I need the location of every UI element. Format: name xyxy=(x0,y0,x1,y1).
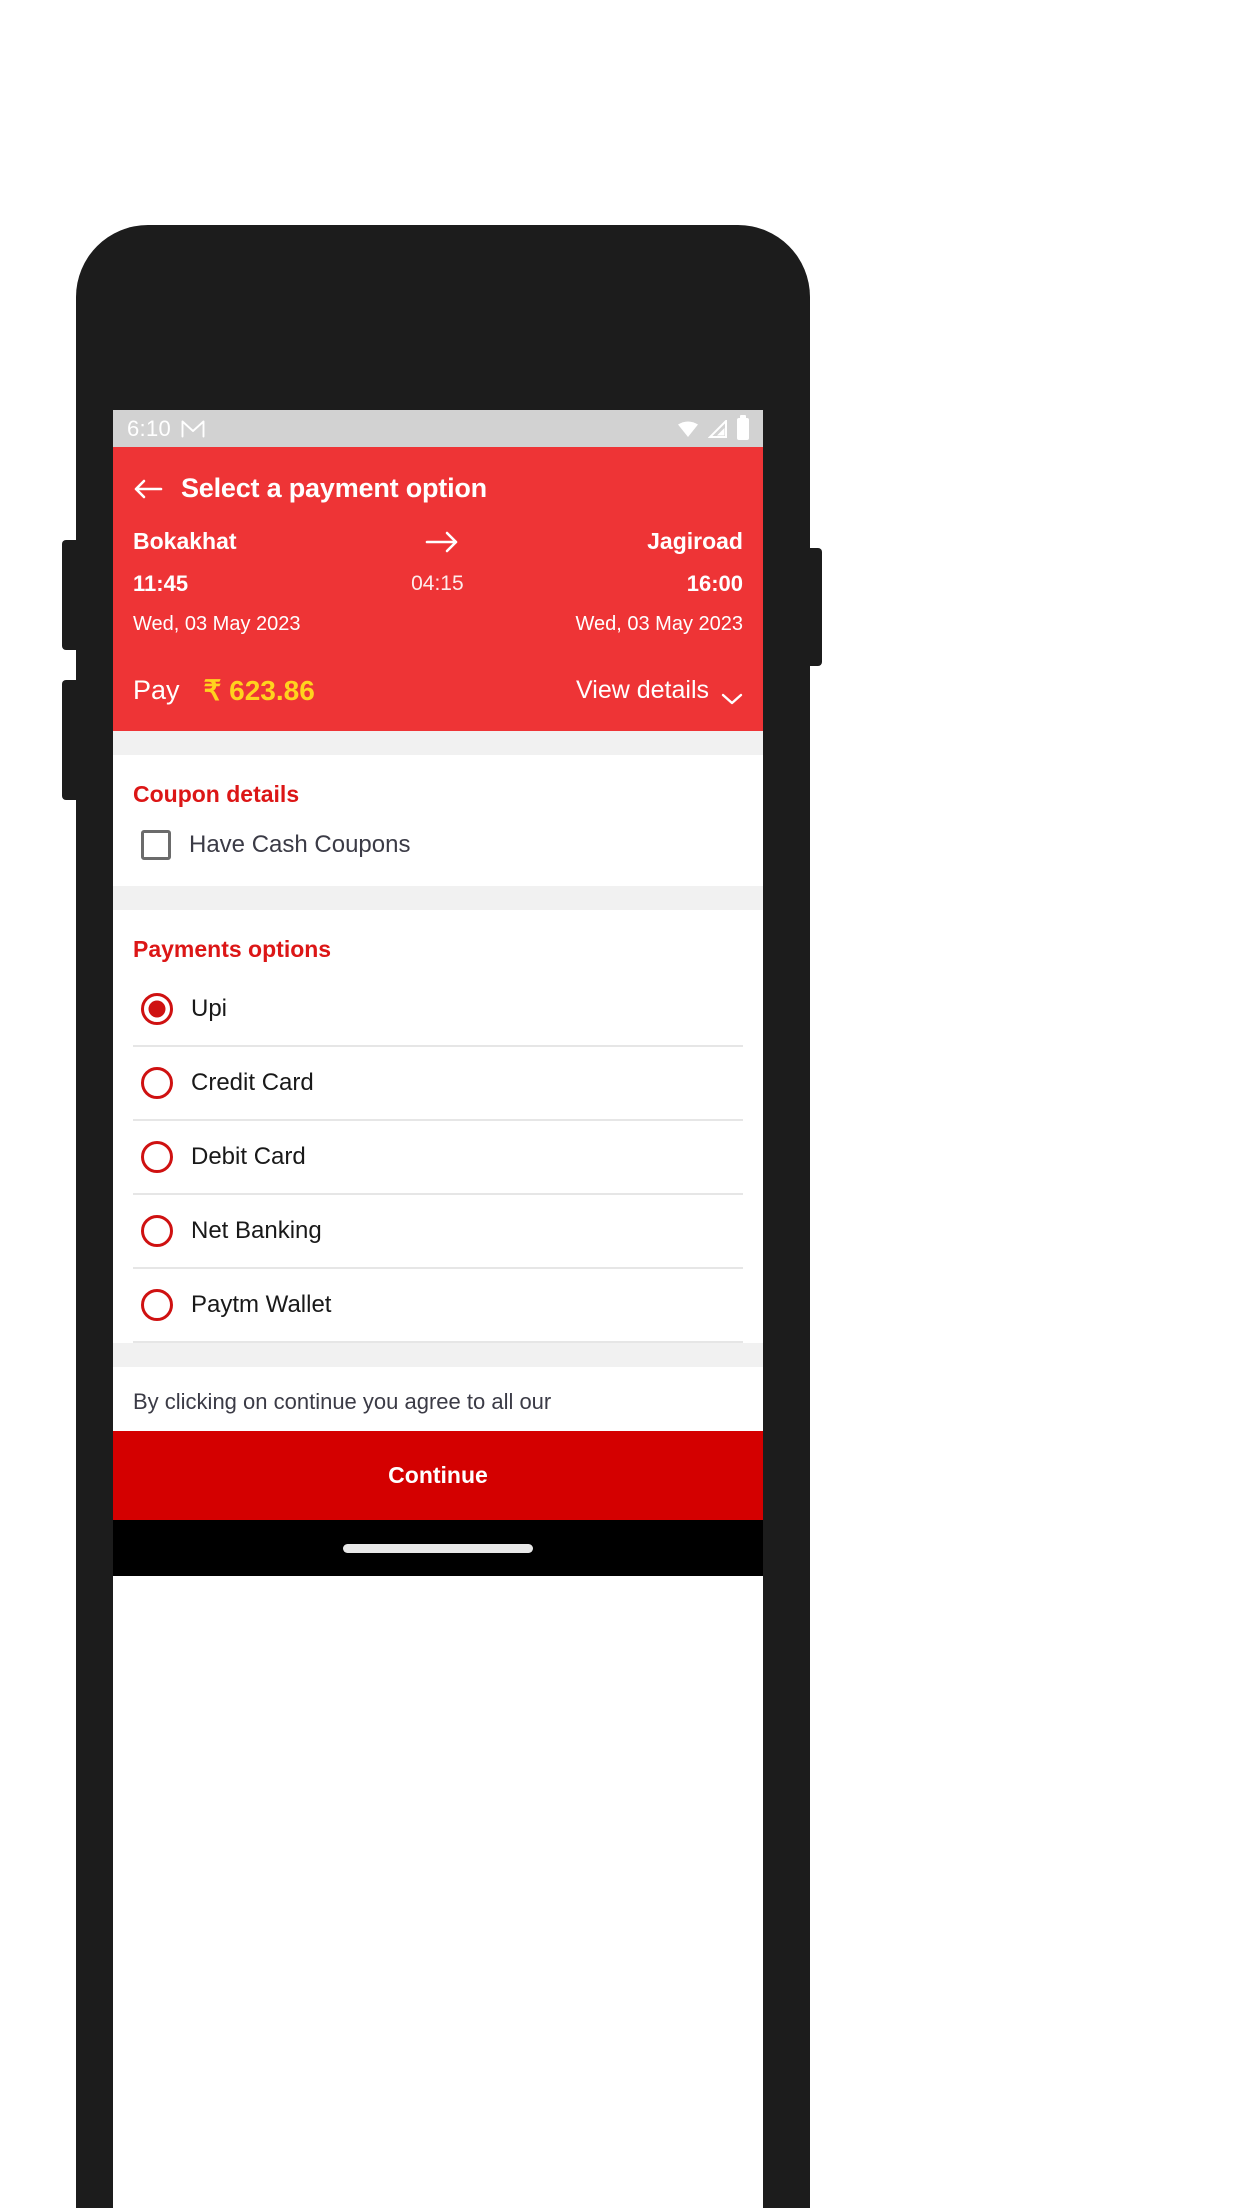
journey-duration: 04:15 xyxy=(411,572,464,595)
view-details-button[interactable]: View details xyxy=(576,676,743,705)
payment-header: Select a payment option Bokakhat Jagiroa… xyxy=(113,447,763,731)
have-cash-coupons-label: Have Cash Coupons xyxy=(189,831,411,858)
phone-screen: 6:10 Select a payment option Bokakhat Ja… xyxy=(113,410,763,2208)
payment-option-label: Credit Card xyxy=(191,1069,314,1096)
arrival-date: Wed, 03 May 2023 xyxy=(575,613,743,635)
screenshot-root: 6:10 Select a payment option Bokakhat Ja… xyxy=(0,0,1242,2208)
section-divider xyxy=(113,886,763,910)
departure-time: 11:45 xyxy=(133,571,189,596)
radio-net-banking[interactable] xyxy=(141,1215,173,1247)
status-bar-left: 6:10 xyxy=(127,416,205,442)
section-divider xyxy=(113,731,763,755)
payment-option-upi[interactable]: Upi xyxy=(133,973,743,1047)
home-indicator[interactable] xyxy=(343,1543,533,1553)
payment-option-net-banking[interactable]: Net Banking xyxy=(133,1195,743,1269)
arrow-right-icon xyxy=(425,529,459,555)
origin-city: Bokakhat xyxy=(133,528,237,554)
coupon-section-title: Coupon details xyxy=(133,781,300,807)
payment-option-credit-card[interactable]: Credit Card xyxy=(133,1047,743,1121)
cellular-signal-icon xyxy=(707,418,728,438)
header-title-row: Select a payment option xyxy=(133,465,743,528)
status-bar: 6:10 xyxy=(113,410,763,447)
radio-upi[interactable] xyxy=(141,993,173,1025)
system-navigation-bar xyxy=(113,1520,763,1576)
chevron-down-icon xyxy=(721,684,743,704)
section-divider xyxy=(113,1343,763,1367)
view-details-label: View details xyxy=(576,676,709,704)
have-cash-coupons-row[interactable]: Have Cash Coupons xyxy=(133,818,743,886)
route-cities-row: Bokakhat Jagiroad xyxy=(133,528,743,555)
payment-option-debit-card[interactable]: Debit Card xyxy=(133,1121,743,1195)
coupon-details-card: Coupon details Have Cash Coupons xyxy=(113,755,763,886)
pay-amount: ₹ 623.86 xyxy=(203,675,315,706)
radio-debit-card[interactable] xyxy=(141,1141,173,1173)
radio-paytm-wallet[interactable] xyxy=(141,1289,173,1321)
route-times-row: 11:45 04:15 16:00 xyxy=(133,571,743,597)
payment-option-label: Net Banking xyxy=(191,1217,322,1244)
payments-options-card: Payments options Upi Credit Card Debit C… xyxy=(113,910,763,1343)
page-title: Select a payment option xyxy=(181,473,487,503)
status-bar-right xyxy=(677,414,749,440)
continue-button[interactable]: Continue xyxy=(113,1431,763,1520)
terms-text: By clicking on continue you agree to all… xyxy=(113,1367,763,1431)
departure-date: Wed, 03 May 2023 xyxy=(133,613,301,635)
battery-icon xyxy=(737,414,749,440)
payments-section-title: Payments options xyxy=(133,936,332,962)
destination-city: Jagiroad xyxy=(647,528,743,554)
gmail-icon xyxy=(181,420,205,438)
radio-credit-card[interactable] xyxy=(141,1067,173,1099)
payment-option-paytm-wallet[interactable]: Paytm Wallet xyxy=(133,1269,743,1343)
pay-summary-row: Pay ₹ 623.86 View details xyxy=(133,674,743,707)
phone-power-button[interactable] xyxy=(808,548,822,666)
have-cash-coupons-checkbox[interactable] xyxy=(141,830,171,860)
route-dates-row: Wed, 03 May 2023 Wed, 03 May 2023 xyxy=(133,613,743,636)
status-bar-clock: 6:10 xyxy=(127,415,172,441)
arrival-time: 16:00 xyxy=(686,571,743,596)
back-arrow-icon[interactable] xyxy=(133,477,163,501)
wifi-icon xyxy=(677,420,699,438)
payment-option-label: Paytm Wallet xyxy=(191,1291,332,1318)
app-content: Select a payment option Bokakhat Jagiroa… xyxy=(113,447,763,2208)
payment-option-label: Upi xyxy=(191,995,228,1022)
pay-label: Pay xyxy=(133,675,180,705)
payment-option-label: Debit Card xyxy=(191,1143,306,1170)
